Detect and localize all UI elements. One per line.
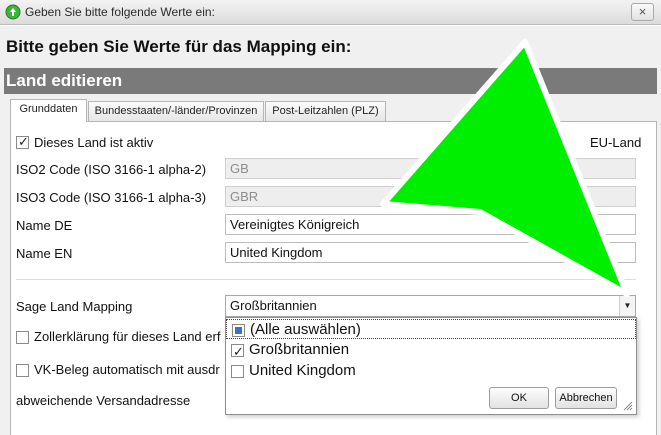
select-all-checkbox[interactable] <box>232 324 245 337</box>
name-de-input[interactable]: Vereinigtes Königreich <box>225 214 636 235</box>
tab-grunddaten[interactable]: Grunddaten <box>10 99 87 122</box>
option-select-all[interactable]: (Alle auswählen) <box>226 319 636 339</box>
ok-button[interactable]: OK <box>489 387 549 409</box>
separator <box>16 279 636 280</box>
iso2-field: GB <box>225 158 636 179</box>
checkmark-icon: ✓ <box>233 344 244 359</box>
sage-mapping-label: Sage Land Mapping <box>16 299 133 314</box>
active-label: Dieses Land ist aktiv <box>34 135 154 150</box>
window-title: Geben Sie bitte folgende Werte ein: <box>25 5 215 19</box>
name-de-label: Name DE <box>16 218 73 233</box>
option-label: United Kingdom <box>249 362 356 379</box>
mapping-dropdown: (Alle auswählen) ✓ Großbritannien United… <box>225 317 637 415</box>
name-en-label: Name EN <box>16 246 73 261</box>
versand-label: abweichende Versandadresse <box>16 393 191 408</box>
grossbritannien-checkbox[interactable]: ✓ <box>231 344 244 359</box>
chevron-down-icon[interactable]: ▼ <box>619 296 635 316</box>
title-bar: Geben Sie bitte folgende Werte ein: × <box>0 0 661 25</box>
vk-checkbox[interactable] <box>16 364 29 377</box>
iso2-label: ISO2 Code (ISO 3166-1 alpha-2) <box>16 162 207 177</box>
resize-grip-icon[interactable] <box>623 401 633 411</box>
close-button[interactable]: × <box>631 3 654 21</box>
zoll-label: Zollerklärung für dieses Land erf <box>34 329 221 344</box>
partial-indicator-icon <box>235 327 242 334</box>
checkmark-icon: ✓ <box>18 134 29 149</box>
vk-label: VK-Beleg automatisch mit ausdr <box>34 362 220 377</box>
option-grossbritannien[interactable]: ✓ Großbritannien <box>226 340 636 360</box>
zoll-checkbox[interactable] <box>16 331 29 344</box>
cancel-button[interactable]: Abbrechen <box>555 387 617 409</box>
sage-mapping-value: Großbritannien <box>230 298 317 313</box>
option-label: Großbritannien <box>249 341 350 358</box>
united-kingdom-checkbox[interactable] <box>231 365 244 378</box>
active-checkbox[interactable]: ✓ <box>16 134 29 149</box>
section-header: Land editieren <box>4 68 657 94</box>
app-icon <box>5 4 21 20</box>
page-title: Bitte geben Sie Werte für das Mapping ei… <box>6 37 352 56</box>
tab-bundesstaaten[interactable]: Bundesstaaten/-länder/Provinzen <box>88 101 264 121</box>
iso3-field: GBR <box>225 186 636 207</box>
option-label: (Alle auswählen) <box>250 321 361 338</box>
name-en-input[interactable]: United Kingdom <box>225 242 636 263</box>
tab-postleitzahlen[interactable]: Post-Leitzahlen (PLZ) <box>265 101 386 121</box>
sage-mapping-combobox[interactable]: Großbritannien ▼ <box>225 295 636 317</box>
option-united-kingdom[interactable]: United Kingdom <box>226 361 636 381</box>
eu-label: EU-Land <box>590 135 642 150</box>
iso3-label: ISO3 Code (ISO 3166-1 alpha-3) <box>16 190 207 205</box>
